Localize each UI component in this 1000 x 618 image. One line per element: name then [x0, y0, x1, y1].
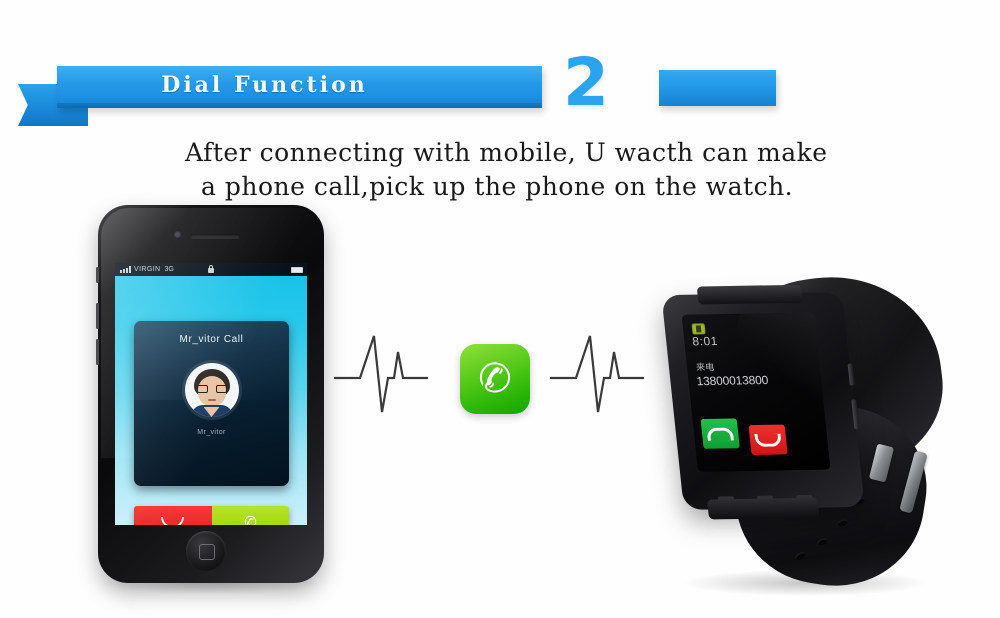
network-type-label: 3G: [164, 266, 174, 273]
phone-call-actions: ✆: [134, 506, 289, 525]
phone-accept-call-button[interactable]: ✆: [211, 506, 289, 525]
watch-lug-bottom: [707, 497, 820, 520]
handset-up-icon: [706, 426, 734, 441]
hangup-icon: [161, 517, 185, 525]
phone-volume-down-button: [96, 339, 99, 365]
section-title: Dial Function: [161, 72, 368, 98]
banner-accent-block: [659, 70, 776, 106]
smartphone-image: VIRGIN 3G Mr_vitor Call Mr_vitor ✆: [96, 205, 324, 583]
phone-status-bar: VIRGIN 3G: [115, 263, 307, 276]
header-banner: Dial Function 2: [0, 0, 1000, 130]
call-dialog-title: Mr_vitor Call: [179, 334, 244, 345]
lock-icon: [208, 265, 214, 273]
watch-decline-call-button[interactable]: [748, 424, 788, 456]
watch-time-label: 8:01: [691, 334, 719, 349]
carrier-label: VIRGIN: [134, 266, 161, 273]
incoming-call-dialog: Mr_vitor Call Mr_vitor: [134, 321, 289, 486]
step-number: 2: [563, 44, 609, 121]
product-feature-slide: Dial Function 2 After connecting with mo…: [0, 0, 1000, 618]
watch-case: 8:01 来电 13800013800: [661, 284, 865, 520]
handset-icon: ✆: [242, 513, 258, 525]
description-line-2: a phone call,pick up the phone on the wa…: [201, 172, 794, 201]
watch-battery-icon: [691, 323, 706, 335]
avatar-mouth: [207, 399, 216, 401]
smartwatch-image: 8:01 来电 13800013800: [645, 255, 975, 600]
ecg-waveform-left: [334, 335, 428, 413]
handset-down-icon: [754, 433, 782, 447]
caller-name-label: Mr_vitor: [197, 429, 226, 436]
watch-lug-top: [696, 284, 803, 305]
signal-bars-icon: [120, 266, 131, 273]
front-camera-icon: [174, 231, 181, 238]
handset-glyph: ✆: [475, 354, 515, 404]
watch-caller-number: 13800013800: [695, 373, 769, 389]
phone-decline-call-button[interactable]: [134, 506, 212, 525]
feature-description: After connecting with mobile, U wacth ca…: [185, 136, 975, 204]
battery-icon: [291, 267, 303, 273]
watch-incoming-call-label: 来电: [695, 363, 715, 374]
earpiece-speaker: [190, 234, 240, 239]
phone-screen: VIRGIN 3G Mr_vitor Call Mr_vitor ✆: [115, 263, 307, 525]
caller-avatar: [184, 363, 239, 417]
phone-volume-up-button: [96, 303, 99, 329]
green-phone-icon: ✆: [460, 344, 530, 414]
phone-silent-switch: [96, 267, 99, 283]
watch-accept-call-button[interactable]: [700, 418, 740, 449]
description-line-1: After connecting with mobile, U wacth ca…: [185, 138, 828, 167]
avatar-glasses-icon: [196, 385, 227, 393]
watch-screen: 8:01 来电 13800013800: [681, 312, 831, 472]
home-button[interactable]: [186, 531, 226, 571]
section-title-bar: Dial Function: [57, 66, 542, 108]
